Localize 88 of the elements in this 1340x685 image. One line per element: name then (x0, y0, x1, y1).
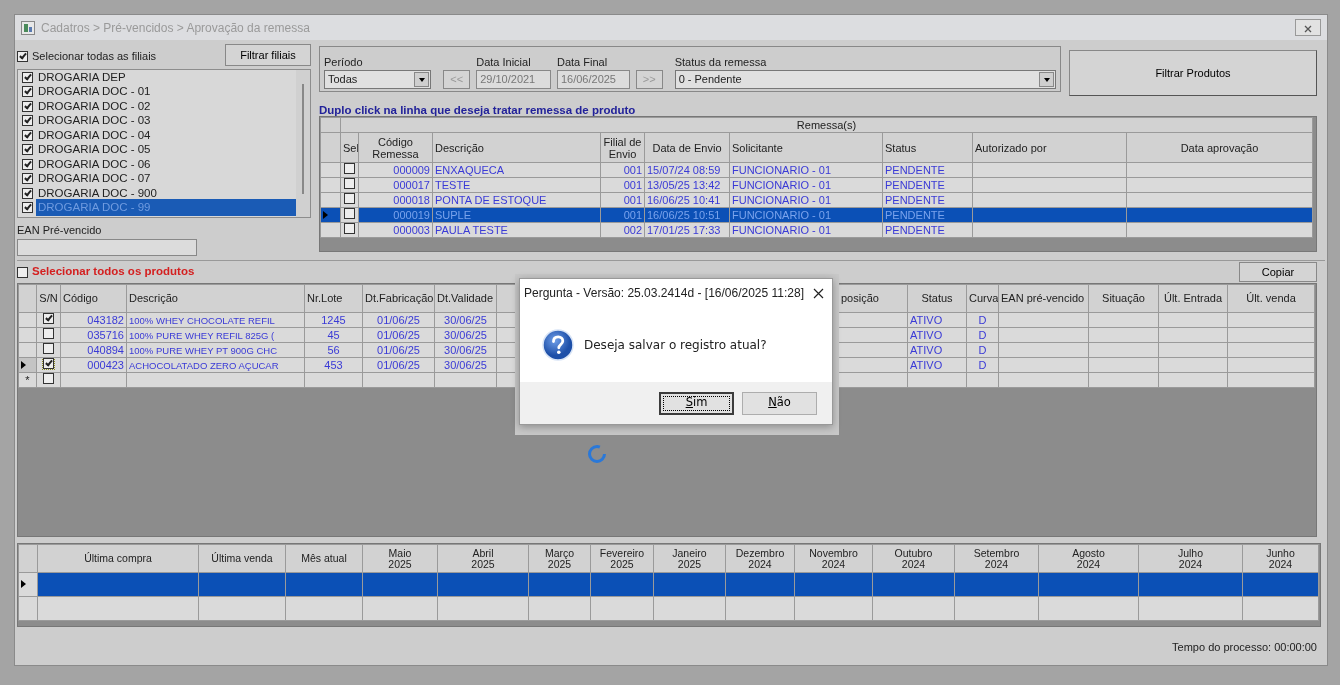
copy-button[interactable]: Copiar (1239, 262, 1317, 282)
dialog-title: Pergunta - Versão: 25.03.2414d - [16/06/2025 11:28] (524, 285, 804, 302)
row-pointer-icon (21, 580, 26, 588)
table-row[interactable]: 000018 PONTA DE ESTOQUE 001 16/06/25 10:41 FUNCIONARIO - 01 PENDENTE (320, 192, 1313, 208)
app-icon (21, 20, 35, 35)
branch-item[interactable]: DROGARIA DEP (18, 69, 296, 85)
checkbox[interactable] (344, 178, 355, 189)
column-header[interactable]: Dt.Validade (434, 284, 497, 313)
filter-products-button[interactable]: Filtrar Produtos (1069, 50, 1317, 96)
column-header[interactable]: Fevereiro 2025 (590, 544, 654, 573)
branch-item[interactable]: DROGARIA DOC - 03 (18, 113, 296, 128)
table-row[interactable]: 000003 PAULA TESTE 002 17/01/25 17:33 FUNCIONARIO - 01 PENDENTE (320, 222, 1313, 238)
column-header[interactable]: Novembro 2024 (794, 544, 873, 573)
branch-item[interactable]: DROGARIA DOC - 04 (18, 127, 296, 143)
question-icon (542, 328, 574, 361)
column-header[interactable]: Dezembro 2024 (725, 544, 795, 573)
instruction-text: Duplo click na linha que deseja tratar remessa de produto (319, 103, 637, 118)
checkbox[interactable] (344, 223, 355, 234)
column-header[interactable]: Últ. Entrada (1158, 284, 1228, 313)
column-header[interactable]: Data de Envio (644, 132, 730, 163)
status-text: Tempo do processo: 00:00:00 (1172, 640, 1317, 655)
column-header[interactable]: EAN pré-vencido (998, 284, 1089, 313)
column-header[interactable]: Junho 2024 (1242, 544, 1319, 573)
column-header[interactable]: Setembro 2024 (954, 544, 1039, 573)
table-row[interactable]: 000017 TESTE 001 13/05/25 13:42 FUNCIONARIO - 01 PENDENTE (320, 177, 1313, 193)
checkbox[interactable] (344, 208, 355, 219)
checkbox[interactable] (43, 373, 54, 384)
field-label: Status da remessa (674, 54, 768, 70)
scrollbar[interactable] (296, 69, 310, 218)
branch-item[interactable]: DROGARIA DOC - 02 (18, 98, 296, 114)
dialog-button[interactable]: Não (742, 391, 817, 415)
checkbox[interactable] (344, 163, 355, 174)
field-label: Data Inicial (476, 54, 532, 70)
column-header[interactable]: Solicitante (729, 132, 883, 163)
column-header[interactable]: Data aprovação (1126, 132, 1313, 163)
column-header[interactable]: Março 2025 (528, 544, 591, 573)
column-header[interactable]: Mês atual (285, 544, 363, 573)
column-header[interactable]: Autorizado por (972, 132, 1127, 163)
filter-button[interactable]: Filtrar filiais (225, 44, 311, 66)
column-header[interactable]: Últ. venda (1227, 284, 1315, 313)
branch-item[interactable]: DROGARIA DOC - 06 (18, 156, 296, 172)
field-label: EAN Pré-vencido (17, 223, 103, 239)
column-header: Remessa(s) (340, 117, 1313, 133)
branch-item[interactable]: DROGARIA DOC - 900 (18, 185, 296, 201)
column-header[interactable]: Curva (966, 284, 999, 313)
branch-item[interactable]: DROGARIA DOC - 07 (18, 171, 296, 186)
field-label: Período (324, 54, 364, 70)
column-header[interactable]: Janeiro 2025 (653, 544, 726, 573)
column-header[interactable]: Status (882, 132, 973, 163)
checkbox[interactable] (43, 358, 54, 369)
column-header[interactable]: Abril 2025 (437, 544, 529, 573)
field-label: Data Final (556, 54, 609, 70)
period-select[interactable]: Todas (324, 70, 432, 89)
checkbox[interactable] (43, 313, 54, 324)
column-header[interactable]: Código (60, 284, 127, 313)
column-header[interactable]: Agosto 2024 (1038, 544, 1139, 573)
column-header[interactable]: Última venda (198, 544, 286, 573)
column-header[interactable]: Descrição (432, 132, 601, 163)
column-header[interactable]: S/N (36, 284, 61, 313)
branch-item[interactable]: DROGARIA DOC - 05 (18, 142, 296, 157)
checkbox[interactable] (43, 328, 54, 339)
close-icon (812, 288, 824, 300)
column-header[interactable]: Descrição (126, 284, 305, 313)
column-header[interactable]: Status (907, 284, 967, 313)
column-header[interactable]: Dt.Fabricação (362, 284, 435, 313)
window-title: Cadatros > Pré-vencidos > Aprovação da remessa (41, 19, 310, 37)
dialog-message: Deseja salvar o registro atual? (584, 336, 767, 354)
table-row[interactable] (18, 572, 1319, 597)
column-header[interactable]: Código Remessa (358, 132, 433, 163)
column-header[interactable]: Situação (1088, 284, 1159, 313)
select-all-checkbox[interactable]: Selecionar todas as filiais (17, 48, 157, 65)
column-header[interactable]: Última compra (37, 544, 199, 573)
table-row[interactable]: 000009 ENXAQUECA 001 15/07/24 08:59 FUNCIONARIO - 01 PENDENTE (320, 162, 1313, 178)
row-pointer-icon (323, 210, 328, 219)
column-header[interactable]: Outubro 2024 (872, 544, 955, 573)
row-pointer-icon (21, 360, 26, 369)
column-header[interactable]: posição (838, 284, 908, 313)
column-header[interactable]: Nr.Lote (304, 284, 363, 313)
close-icon (1304, 24, 1312, 33)
checkbox[interactable] (344, 193, 355, 204)
status-select[interactable]: 0 - Pendente (674, 70, 1056, 89)
ean-input-field[interactable] (17, 238, 197, 256)
column-header[interactable]: Maio 2025 (362, 544, 438, 573)
checkbox[interactable] (43, 343, 54, 354)
dialog-button[interactable]: Sim (659, 391, 734, 415)
column-header[interactable]: Julho 2024 (1138, 544, 1243, 573)
new-row-marker: * (25, 373, 30, 386)
branch-item[interactable]: DROGARIA DOC - 01 (18, 84, 296, 99)
